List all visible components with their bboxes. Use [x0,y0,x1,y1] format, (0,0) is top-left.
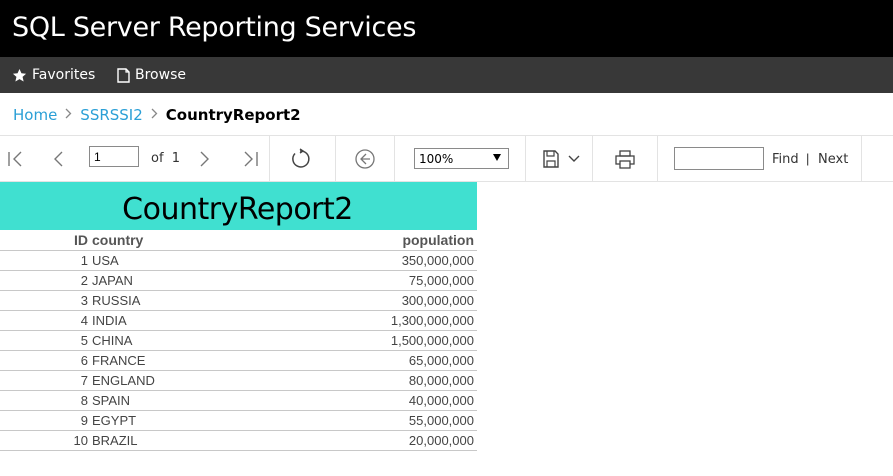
cell-population: 40,000,000 [272,390,477,411]
cell-country: EGYPT [92,410,272,431]
nav-browse-label: Browse [135,67,186,83]
cell-population: 1,300,000,000 [272,310,477,331]
page-count: of 1 [151,151,180,166]
of-label: of [151,151,164,166]
breadcrumb-home[interactable]: Home [13,106,57,124]
toolbar-divider [657,136,658,182]
cell-country: SPAIN [92,390,272,411]
cell-id: 6 [0,350,92,371]
star-icon [12,68,27,83]
table-row: 2 JAPAN 75,000,000 [0,270,477,291]
cell-population: 300,000,000 [272,290,477,311]
table-row: 1 USA 350,000,000 [0,250,477,271]
cell-population: 75,000,000 [272,270,477,291]
page-number-input[interactable] [89,146,139,167]
document-icon [117,67,130,83]
table-row: 3 RUSSIA 300,000,000 [0,290,477,311]
nav-bar: Favorites Browse [0,57,893,93]
table-row: 6 FRANCE 65,000,000 [0,350,477,371]
table-row: 4 INDIA 1,300,000,000 [0,310,477,331]
cell-population: 80,000,000 [272,370,477,391]
save-icon[interactable] [541,147,583,171]
app-title: SQL Server Reporting Services [12,12,417,43]
column-header-id: ID [0,230,92,251]
nav-favorites-label: Favorites [32,67,96,83]
back-icon[interactable] [353,147,377,171]
cell-country: INDIA [92,310,272,331]
report-title: CountryReport2 [122,191,353,227]
column-header-country: country [92,230,272,251]
table-row: 8 SPAIN 40,000,000 [0,390,477,411]
cell-id: 1 [0,250,92,271]
cell-id: 10 [0,430,92,451]
next-page-icon[interactable] [193,147,217,171]
zoom-value: 100% [419,151,454,166]
breadcrumb: Home SSRSSI2 CountryReport2 [13,104,301,126]
toolbar-divider [394,136,395,182]
toolbar-divider [592,136,593,182]
cell-id: 7 [0,370,92,391]
find-next-button[interactable]: Next [818,152,848,167]
table-row: 9 EGYPT 55,000,000 [0,410,477,431]
zoom-select[interactable]: 100% [414,148,509,169]
cell-country: RUSSIA [92,290,272,311]
cell-id: 9 [0,410,92,431]
find-input[interactable] [674,147,764,170]
cell-id: 5 [0,330,92,351]
toolbar-divider [525,136,526,182]
cell-country: ENGLAND [92,370,272,391]
cell-population: 1,500,000,000 [272,330,477,351]
refresh-icon[interactable] [288,147,312,171]
cell-id: 3 [0,290,92,311]
column-header-population: population [272,230,477,251]
toolbar-divider [269,136,270,182]
cell-country: USA [92,250,272,271]
table-row: 7 ENGLAND 80,000,000 [0,370,477,391]
table-row: 5 CHINA 1,500,000,000 [0,330,477,351]
toolbar-divider [335,136,336,182]
first-page-icon[interactable] [4,147,28,171]
cell-id: 4 [0,310,92,331]
previous-page-icon[interactable] [46,147,70,171]
cell-population: 20,000,000 [272,430,477,451]
print-icon[interactable] [613,147,637,171]
breadcrumb-current: CountryReport2 [165,106,301,124]
table-header-row: ID country population [0,230,477,251]
toolbar-divider [861,136,862,182]
nav-browse[interactable]: Browse [117,57,186,93]
total-pages: 1 [171,151,181,166]
cell-id: 8 [0,390,92,411]
cell-country: BRAZIL [92,430,272,451]
cell-id: 2 [0,270,92,291]
cell-country: JAPAN [92,270,272,291]
dropdown-arrow-icon [493,154,501,161]
chevron-right-icon [65,108,72,123]
last-page-icon[interactable] [238,147,262,171]
report-table: ID country population 1 USA 350,000,000 2J… [0,230,477,451]
cell-population: 55,000,000 [272,410,477,431]
cell-population: 65,000,000 [272,350,477,371]
find-separator: | [806,151,810,166]
cell-country: CHINA [92,330,272,351]
find-button[interactable]: Find [772,152,799,167]
cell-country: FRANCE [92,350,272,371]
app-title-bar: SQL Server Reporting Services [0,0,893,57]
breadcrumb-folder[interactable]: SSRSSI2 [80,106,142,124]
chevron-right-icon [151,108,158,123]
nav-favorites[interactable]: Favorites [12,57,95,93]
cell-population: 350,000,000 [272,250,477,271]
table-row: 10 BRAZIL 20,000,000 [0,430,477,451]
report-title-band: CountryReport2 [0,182,477,230]
